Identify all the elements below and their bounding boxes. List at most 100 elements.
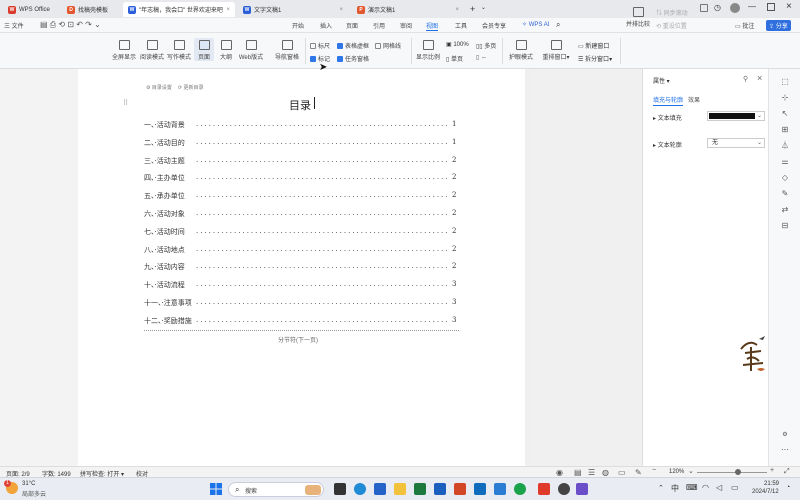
menu-references[interactable]: 引用 xyxy=(373,21,385,30)
more-icon[interactable]: ⋯ xyxy=(780,445,790,454)
side-by-side-button[interactable]: 并排比较 xyxy=(624,7,652,28)
app-icon[interactable] xyxy=(576,483,588,495)
table-gridlines-checkbox[interactable]: 表格虚框 xyxy=(337,41,369,50)
edit-icon[interactable]: ✎ xyxy=(780,189,790,198)
maximize-icon[interactable] xyxy=(767,3,775,11)
gridlines-checkbox[interactable]: 网格线 xyxy=(375,41,401,50)
outlook-icon[interactable] xyxy=(474,483,486,495)
reset-position-button[interactable]: ⟲ 重设位置 xyxy=(656,21,687,30)
chevron-down-icon[interactable]: ⌄ xyxy=(688,467,694,475)
menu-home[interactable]: 开始 xyxy=(292,21,304,30)
text-fill-dropdown[interactable]: ⌄ xyxy=(707,111,765,121)
new-window-button[interactable]: ▭ 新建窗口 xyxy=(578,41,609,50)
select-icon[interactable]: ⬚ xyxy=(780,77,790,86)
toc-entry[interactable]: 四、·主办单位.................................… xyxy=(144,173,459,187)
toc-entry[interactable]: 十一、·注意事项................................… xyxy=(144,298,459,312)
eye-protection-icon[interactable]: ◉ xyxy=(556,468,563,477)
comments-button[interactable]: ▭ 批注 xyxy=(735,21,754,30)
close-panel-icon[interactable]: × xyxy=(757,73,762,83)
task-pane-checkbox[interactable]: 任务窗格 xyxy=(337,54,369,63)
ruler-checkbox[interactable]: 标尺 xyxy=(310,41,330,50)
clock-date[interactable]: 2024/7/12 xyxy=(752,489,779,495)
tab-current-doc[interactable]: W "年志稿，我会口" 世界欢迎来吧!... × xyxy=(123,2,235,17)
tab-wps-office[interactable]: W WPS Office xyxy=(3,2,55,17)
menu-insert[interactable]: 插入 xyxy=(320,21,332,30)
toc-entry[interactable]: 六、·活动对象.................................… xyxy=(144,209,459,223)
file-explorer-icon[interactable] xyxy=(394,483,406,495)
split-window-button[interactable]: ☰ 拆分窗口▾ xyxy=(578,54,612,63)
menu-review[interactable]: 审阅 xyxy=(400,21,412,30)
update-toc-button[interactable]: ⟳ 更新目录 xyxy=(178,84,204,91)
outline-view-icon[interactable]: ☰ xyxy=(588,468,595,477)
edge-icon[interactable] xyxy=(354,483,366,495)
text-outline-dropdown[interactable]: 无 ⌄ xyxy=(707,138,765,148)
web-view-button[interactable]: Web版式 xyxy=(237,40,265,61)
wifi-icon[interactable]: ◠ xyxy=(702,483,709,492)
word-icon[interactable] xyxy=(434,483,446,495)
fullscreen-button[interactable]: 全屏显示 xyxy=(111,40,137,61)
menu-tools[interactable]: 工具 xyxy=(455,21,467,30)
pin-icon[interactable]: ⚲ xyxy=(743,75,748,83)
toc-entry[interactable]: 十、·活动流程.................................… xyxy=(144,280,459,294)
toc-settings-button[interactable]: ⚙ 目录设置 xyxy=(146,84,172,91)
minimize-icon[interactable]: — xyxy=(748,2,756,11)
close-tab-icon[interactable]: × xyxy=(452,7,459,13)
multi-page-button[interactable]: ▯▯ 多页 xyxy=(476,41,496,50)
outline-view-button[interactable]: 大纲 xyxy=(217,40,235,61)
edge-browser-icon[interactable] xyxy=(494,483,506,495)
chevron-down-icon[interactable]: ⌄ xyxy=(481,4,486,11)
toc-entry[interactable]: 二、·活动目的.................................… xyxy=(144,138,459,152)
share-button[interactable]: ⇪ 分享 xyxy=(766,20,791,31)
text-outline-label[interactable]: ▸ 文本轮廓 xyxy=(653,140,682,149)
translate-icon[interactable]: ⇄ xyxy=(780,205,790,214)
toc-entry[interactable]: 十二、·奖励措施................................… xyxy=(144,316,459,330)
close-tab-icon[interactable]: × xyxy=(336,7,343,13)
taskbar-search-box[interactable]: ⌕ 搜索 xyxy=(228,482,324,497)
page-view-icon[interactable]: ▤ xyxy=(574,468,582,477)
chart-icon[interactable]: ⊟ xyxy=(780,221,790,230)
tab-fill-outline[interactable]: 填充与轮廓 xyxy=(653,95,684,106)
menu-view[interactable]: 视图 xyxy=(426,21,439,31)
zoom-100-button[interactable]: ▣ 100% xyxy=(446,41,469,48)
wps-ai-button[interactable]: ✧ WPS AI xyxy=(522,21,549,28)
chevron-up-icon[interactable]: ⌃ xyxy=(658,484,664,492)
style-icon[interactable]: ⊹ xyxy=(780,93,790,102)
sync-scroll-button[interactable]: ⇅ 同步滚动 xyxy=(656,8,688,17)
window-layout-icon[interactable] xyxy=(700,4,708,12)
input-language[interactable]: 中 xyxy=(671,483,679,494)
toc-entry[interactable]: 九、·活动内容.................................… xyxy=(144,262,459,276)
weather-temp[interactable]: 31°C xyxy=(22,481,35,487)
toc-entry[interactable]: 三、·活动主题.................................… xyxy=(144,156,459,170)
new-tab-icon[interactable]: + xyxy=(470,4,475,14)
clock-icon[interactable]: ◷ xyxy=(714,3,721,12)
clock-time[interactable]: 21:59 xyxy=(764,481,779,487)
zoom-ratio-button[interactable]: 显示比例 xyxy=(414,40,442,61)
zoom-in-icon[interactable]: + xyxy=(770,467,774,474)
toc-entry[interactable]: 七、·活动时间.................................… xyxy=(144,227,459,241)
menu-member[interactable]: 会员专享 xyxy=(482,21,506,30)
close-tab-icon[interactable]: × xyxy=(223,7,230,13)
writing-mode-button[interactable]: 写作模式 xyxy=(166,40,192,61)
wps-taskbar-icon[interactable] xyxy=(538,483,550,495)
quick-access-toolbar[interactable]: ▤ ⎙ ⟲ ⊡ ↶ ↷ ⌄ xyxy=(40,20,101,30)
tune-icon[interactable]: ⚌ xyxy=(780,157,790,166)
panel-title[interactable]: 属性 ▾ xyxy=(653,76,670,85)
zoom-slider[interactable] xyxy=(697,472,767,473)
settings-icon[interactable]: ⚙ xyxy=(780,431,790,440)
battery-icon[interactable]: ▭ xyxy=(731,483,739,492)
drag-handle-icon[interactable]: ⠿ xyxy=(123,99,128,107)
notification-icon[interactable]: ◔ xyxy=(786,484,790,491)
file-menu[interactable]: 三 文件 xyxy=(4,21,24,30)
chrome-icon[interactable] xyxy=(514,483,526,495)
pen-icon[interactable]: ✎ xyxy=(635,468,642,477)
cursor-icon[interactable]: ↖ xyxy=(780,109,790,118)
rearrange-windows-button[interactable]: 重排窗口▾ xyxy=(540,40,572,61)
tab-presentation-1[interactable]: P 演示文稿1 × xyxy=(352,2,464,17)
zoom-level[interactable]: 120% xyxy=(669,469,684,475)
reading-mode-button[interactable]: 阅读模式 xyxy=(139,40,165,61)
store-icon[interactable] xyxy=(374,483,386,495)
weather-text[interactable]: 局部多云 xyxy=(22,489,46,498)
read-view-icon[interactable]: ▭ xyxy=(618,468,626,477)
menu-page[interactable]: 页面 xyxy=(346,21,358,30)
text-fill-label[interactable]: ▸ 文本填充 xyxy=(653,113,682,122)
